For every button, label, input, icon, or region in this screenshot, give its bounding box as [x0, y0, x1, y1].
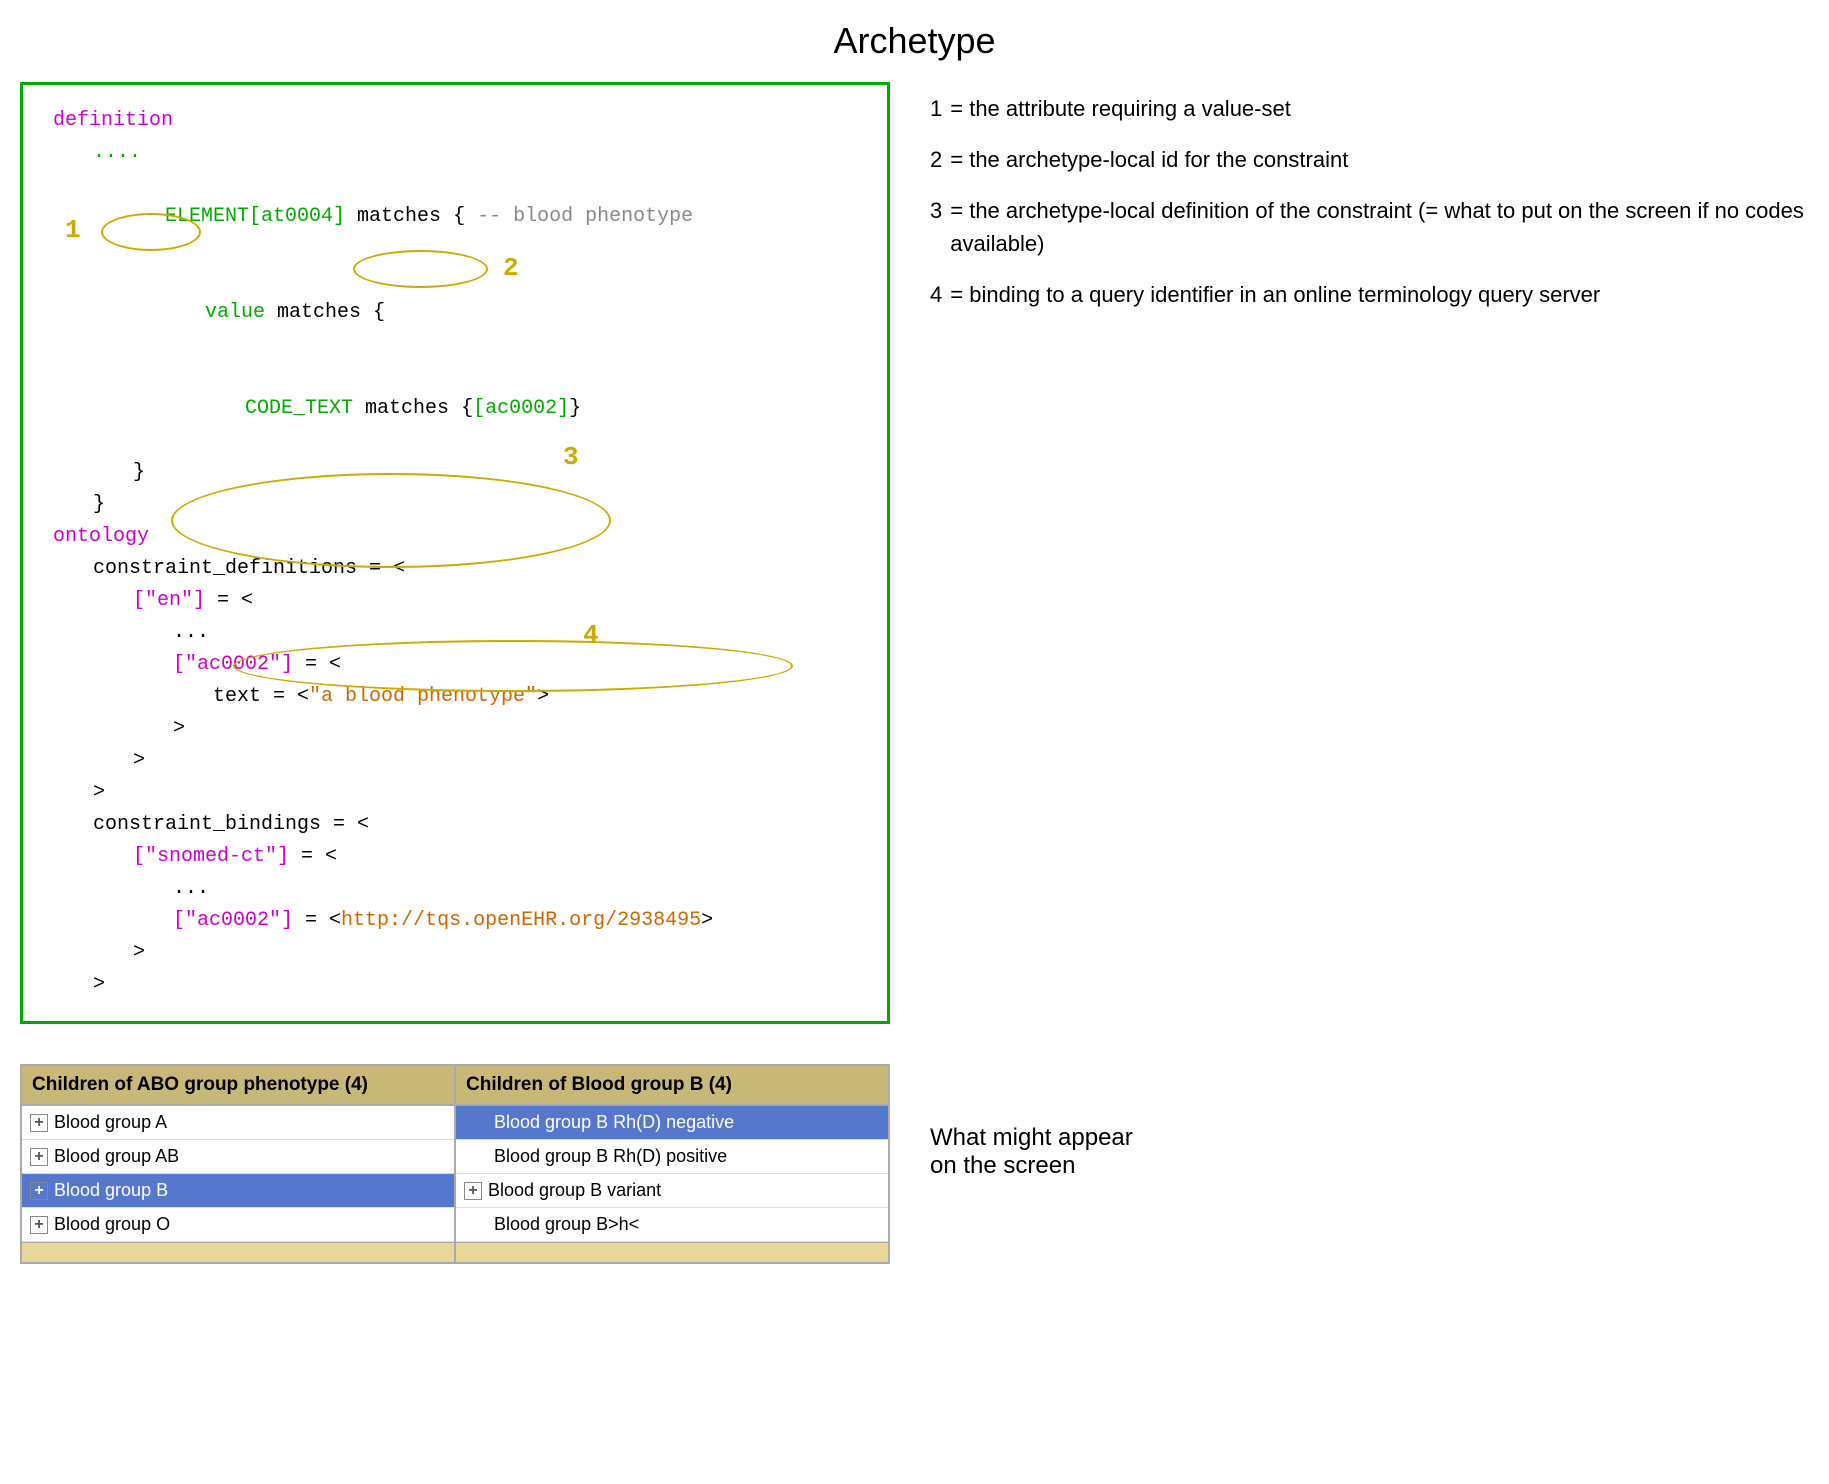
archetype-code-box: 1 2 3 4 definition .... ELEMENT[at0004] …: [20, 82, 890, 1024]
code-line-dots1: ....: [53, 137, 857, 169]
table-row[interactable]: + Blood group A: [22, 1106, 454, 1140]
row-label: Blood group B: [54, 1180, 168, 1201]
bottom-label: What might appearon the screen: [930, 1064, 1809, 1180]
code-line-ontology: ontology: [53, 521, 857, 553]
row-label: Blood group B Rh(D) negative: [494, 1112, 734, 1133]
expand-icon[interactable]: +: [30, 1148, 48, 1166]
row-label: Blood group O: [54, 1214, 170, 1235]
expand-icon[interactable]: +: [30, 1216, 48, 1234]
table-blood-b: Children of Blood group B (4) Blood grou…: [456, 1066, 888, 1262]
annotation-item-4: 4 = binding to a query identifier in an …: [930, 278, 1809, 311]
ann-text-3: = the archetype-local definition of the …: [950, 194, 1809, 260]
row-label: Blood group B>h<: [494, 1214, 639, 1235]
code-line-close3: >: [53, 713, 857, 745]
annotation-number-2: 2: [503, 248, 519, 290]
row-label: Blood group A: [54, 1112, 167, 1133]
table-row[interactable]: Blood group B>h<: [456, 1208, 888, 1242]
ann-text-4: = binding to a query identifier in an on…: [950, 278, 1809, 311]
code-line-dots2: ...: [53, 617, 857, 649]
table-row-selected[interactable]: Blood group B Rh(D) negative: [456, 1106, 888, 1140]
ann-num-4: 4: [930, 278, 942, 311]
annotation-item-1: 1 = the attribute requiring a value-set: [930, 92, 1809, 125]
annotation-item-2: 2 = the archetype-local id for the const…: [930, 143, 1809, 176]
table-row[interactable]: Blood group B Rh(D) positive: [456, 1140, 888, 1174]
code-line-ac0002-bind: ["ac0002"] = <http://tqs.openEHR.org/293…: [53, 905, 857, 937]
table-row[interactable]: + Blood group O: [22, 1208, 454, 1242]
code-line-element: ELEMENT[at0004] matches { -- blood pheno…: [53, 169, 857, 265]
ann-num-3: 3: [930, 194, 942, 227]
code-line-close1: }: [53, 457, 857, 489]
ann-text-1: = the attribute requiring a value-set: [950, 92, 1809, 125]
code-line-text-val: text = <"a blood phenotype">: [53, 681, 857, 713]
table-row-selected[interactable]: + Blood group B: [22, 1174, 454, 1208]
code-line-en: ["en"] = <: [53, 585, 857, 617]
table-blood-b-header: Children of Blood group B (4): [456, 1066, 888, 1106]
annotation-number-1: 1: [65, 210, 81, 252]
code-line-value: value matches {: [53, 265, 857, 361]
row-label: Blood group B variant: [488, 1180, 661, 1201]
code-line-snomed: ["snomed-ct"] = <: [53, 841, 857, 873]
code-line-close4: >: [53, 745, 857, 777]
expand-icon[interactable]: +: [30, 1114, 48, 1132]
top-section: 1 2 3 4 definition .... ELEMENT[at0004] …: [20, 82, 1809, 1024]
table-abo: Children of ABO group phenotype (4) + Bl…: [22, 1066, 456, 1262]
expand-icon[interactable]: +: [30, 1182, 48, 1200]
code-line-constraint-def: constraint_definitions = <: [53, 553, 857, 585]
expand-icon[interactable]: +: [464, 1182, 482, 1200]
table-row[interactable]: + Blood group AB: [22, 1140, 454, 1174]
ann-text-2: = the archetype-local id for the constra…: [950, 143, 1809, 176]
code-line-close5: >: [53, 777, 857, 809]
code-line-definition: definition: [53, 105, 857, 137]
code-line-close7: >: [53, 969, 857, 1001]
page-title: Archetype: [20, 20, 1809, 62]
code-line-code-text: CODE_TEXT matches {[ac0002]}: [53, 361, 857, 457]
table-footer: [456, 1242, 888, 1262]
tables-area: Children of ABO group phenotype (4) + Bl…: [20, 1064, 890, 1264]
table-footer: [22, 1242, 454, 1262]
row-label: Blood group B Rh(D) positive: [494, 1146, 727, 1167]
table-row[interactable]: + Blood group B variant: [456, 1174, 888, 1208]
annotation-number-4: 4: [583, 615, 599, 657]
code-line-dots3: ...: [53, 873, 857, 905]
annotation-item-3: 3 = the archetype-local definition of th…: [930, 194, 1809, 260]
table-abo-header: Children of ABO group phenotype (4): [22, 1066, 454, 1106]
right-annotations: 1 = the attribute requiring a value-set …: [930, 82, 1809, 1024]
row-label: Blood group AB: [54, 1146, 179, 1167]
annotation-number-3: 3: [563, 437, 579, 479]
ann-num-2: 2: [930, 143, 942, 176]
code-line-ac0002-def: ["ac0002"] = <: [53, 649, 857, 681]
bottom-section: Children of ABO group phenotype (4) + Bl…: [20, 1064, 1809, 1264]
code-line-close2: }: [53, 489, 857, 521]
ann-num-1: 1: [930, 92, 942, 125]
code-line-bindings: constraint_bindings = <: [53, 809, 857, 841]
code-line-close6: >: [53, 937, 857, 969]
